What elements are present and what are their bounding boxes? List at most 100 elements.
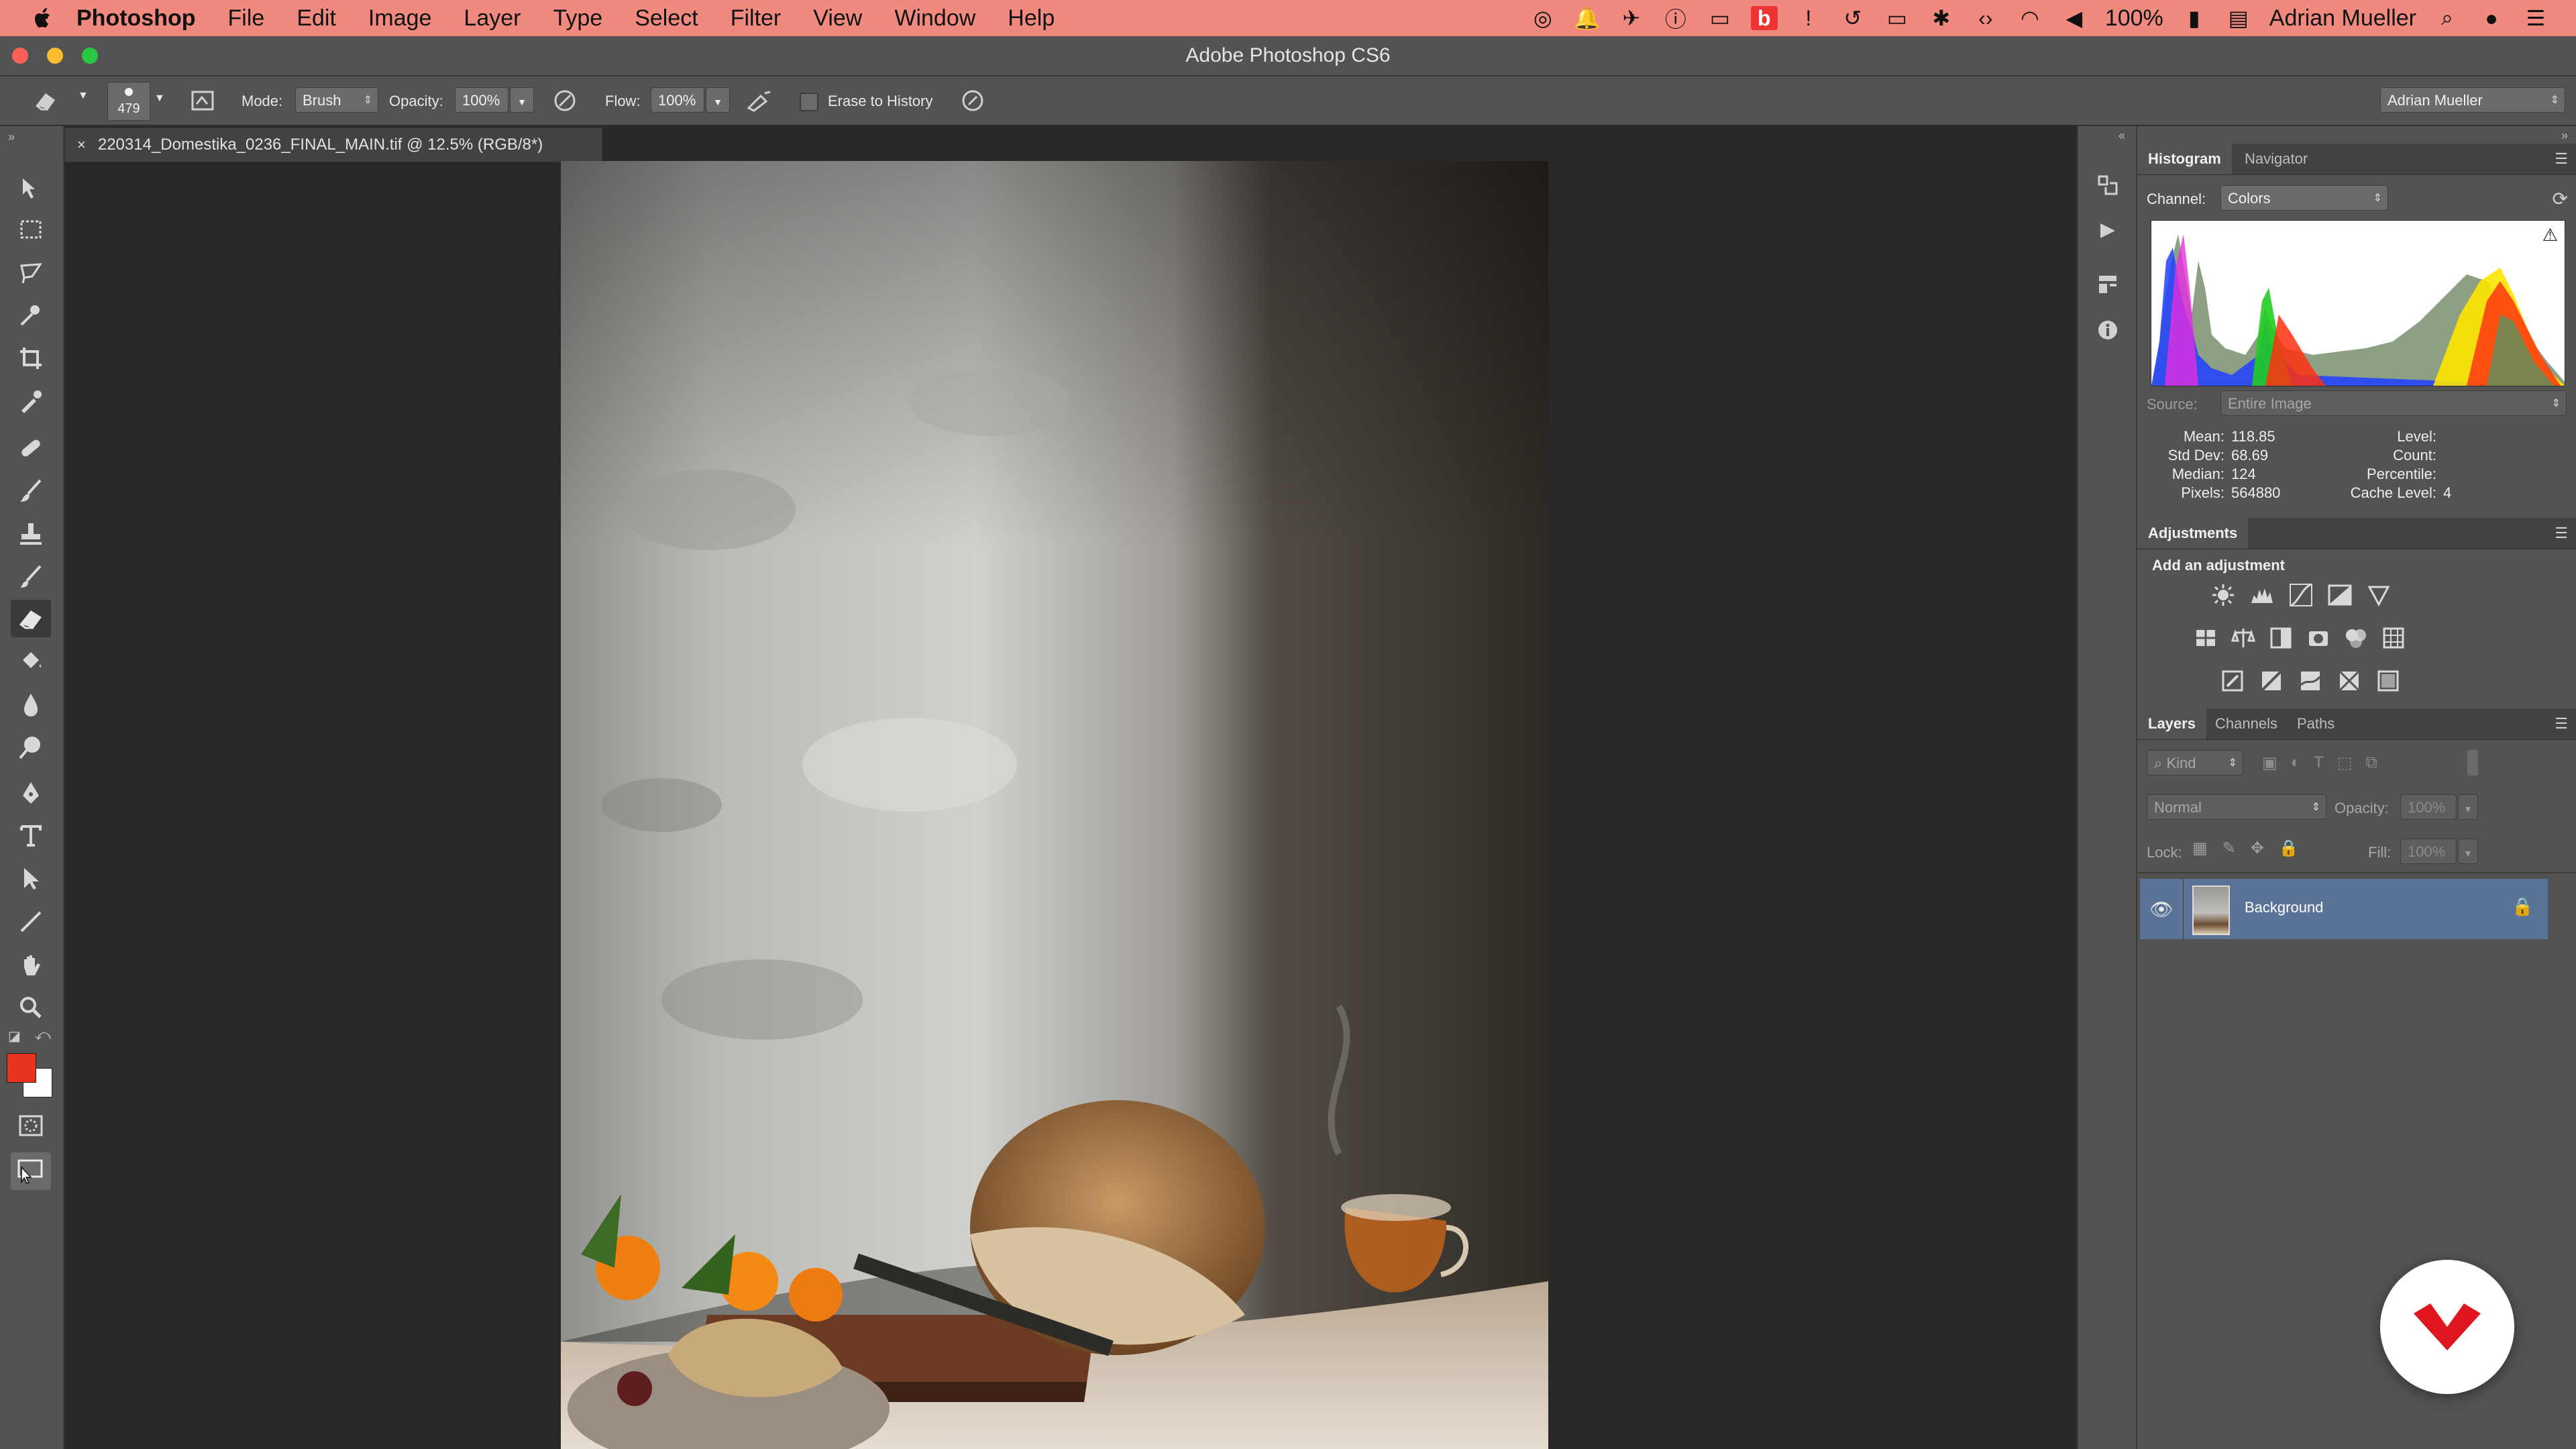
- info-circle-icon[interactable]: ⓘ: [1662, 6, 1689, 32]
- mode-select[interactable]: Brush ⇕: [295, 87, 378, 113]
- refresh-histogram-icon[interactable]: ⟳: [2553, 188, 2568, 210]
- tab-layers[interactable]: Layers: [2137, 708, 2206, 739]
- airbrush-toggle[interactable]: [745, 86, 774, 115]
- zoom-tool[interactable]: [11, 989, 51, 1026]
- layer-lock-icon[interactable]: 🔒: [2512, 896, 2533, 917]
- menu-view[interactable]: View: [813, 5, 862, 32]
- tab-adjustments[interactable]: Adjustments: [2137, 518, 2249, 549]
- brightness-contrast-button[interactable]: [2207, 580, 2239, 610]
- color-balance-button[interactable]: [2227, 623, 2259, 653]
- menu-filter[interactable]: Filter: [731, 5, 782, 32]
- quick-select-tool[interactable]: [11, 297, 51, 334]
- eraser-tool[interactable]: [11, 600, 51, 637]
- flow-input[interactable]: 100%: [651, 87, 704, 113]
- marquee-tool[interactable]: [11, 211, 51, 248]
- invert-button[interactable]: [2216, 665, 2249, 696]
- brush-panel-toggle[interactable]: [188, 86, 217, 115]
- path-select-tool[interactable]: [11, 860, 51, 898]
- pen-tool[interactable]: [11, 774, 51, 812]
- eyedropper-tool[interactable]: [11, 382, 51, 420]
- volume-icon[interactable]: ◀: [2061, 6, 2088, 30]
- menu-select[interactable]: Select: [635, 5, 698, 32]
- lock-transparent-icon[interactable]: ▦: [2192, 839, 2208, 858]
- close-document-icon[interactable]: ×: [77, 136, 86, 153]
- brush-size-picker[interactable]: 479: [107, 82, 150, 121]
- notification-center-icon[interactable]: ☰: [2522, 6, 2549, 30]
- preset-dropdown-icon[interactable]: ▼: [78, 90, 89, 102]
- workspace-switcher[interactable]: Adrian Mueller ⇕: [2380, 87, 2565, 113]
- code-icon[interactable]: ‹›: [1972, 6, 1999, 30]
- line-tool[interactable]: [11, 903, 51, 941]
- airplay-icon[interactable]: ▭: [1884, 6, 1911, 30]
- layer-name[interactable]: Background: [2245, 899, 2323, 916]
- dodge-tool[interactable]: [11, 729, 51, 766]
- menu-edit[interactable]: Edit: [297, 5, 336, 32]
- default-colors-icon[interactable]: ◪: [8, 1028, 21, 1044]
- crop-tool[interactable]: [11, 339, 51, 377]
- color-lookup-button[interactable]: [2377, 623, 2410, 653]
- erase-to-history-checkbox[interactable]: [800, 93, 818, 111]
- lock-all-icon[interactable]: 🔒: [2279, 839, 2299, 858]
- curves-button[interactable]: [2285, 580, 2317, 610]
- wifi-icon[interactable]: ◠: [2017, 6, 2043, 30]
- tab-navigator[interactable]: Navigator: [2234, 144, 2318, 174]
- bird-icon[interactable]: ✈: [1618, 6, 1645, 30]
- lasso-tool[interactable]: [11, 254, 51, 291]
- brush-dropdown-icon[interactable]: ▼: [154, 93, 165, 105]
- collapse-dock-icon[interactable]: «: [2118, 129, 2125, 143]
- vibrance-button[interactable]: [2363, 580, 2395, 610]
- menu-type[interactable]: Type: [553, 5, 602, 32]
- menu-help[interactable]: Help: [1008, 5, 1055, 32]
- layer-row[interactable]: 👁 Background 🔒: [2140, 879, 2548, 939]
- app-menu[interactable]: Photoshop: [76, 5, 196, 32]
- paint-bucket-tool[interactable]: [11, 643, 51, 680]
- spotlight-search-icon[interactable]: ⌕: [2434, 5, 2461, 30]
- b-app-icon[interactable]: b: [1750, 6, 1778, 30]
- panel-menu-icon[interactable]: ☰: [2555, 150, 2568, 168]
- flow-slider-button[interactable]: ▼: [706, 87, 730, 113]
- black-white-button[interactable]: [2265, 623, 2297, 653]
- time-machine-icon[interactable]: ↺: [1839, 6, 1866, 30]
- expand-dock-icon[interactable]: »: [2561, 129, 2568, 143]
- layer-visibility-eye-icon[interactable]: 👁: [2140, 879, 2184, 939]
- menu-file[interactable]: File: [228, 5, 265, 32]
- pressure-size-toggle[interactable]: [958, 86, 987, 115]
- display-icon[interactable]: ▭: [1707, 6, 1733, 30]
- document-tab[interactable]: × 220314_Domestika_0236_FINAL_MAIN.tif @ …: [64, 127, 602, 162]
- notifications-icon[interactable]: 🔔: [1574, 6, 1601, 30]
- menu-image[interactable]: Image: [368, 5, 432, 32]
- actions-panel-button[interactable]: [2092, 215, 2124, 247]
- opacity-input[interactable]: 100%: [455, 87, 508, 113]
- creative-cloud-icon[interactable]: ◎: [1529, 6, 1556, 30]
- lock-pixels-icon[interactable]: ✎: [2222, 839, 2236, 858]
- document-canvas[interactable]: [561, 161, 1548, 1449]
- tab-channels[interactable]: Channels: [2204, 708, 2288, 739]
- photo-filter-button[interactable]: [2302, 623, 2334, 653]
- brush-tool[interactable]: [11, 472, 51, 510]
- screen-mode-button[interactable]: [11, 1152, 51, 1190]
- panel-menu-icon[interactable]: ☰: [2555, 715, 2568, 733]
- history-panel-button[interactable]: [2092, 169, 2124, 201]
- opacity-slider-button[interactable]: ▼: [510, 87, 534, 113]
- panel-menu-icon[interactable]: ☰: [2555, 525, 2568, 542]
- alert-icon[interactable]: !: [1795, 6, 1822, 30]
- move-tool[interactable]: [11, 169, 51, 207]
- apple-menu-icon[interactable]: [30, 5, 56, 32]
- collapse-toolbar-icon[interactable]: »: [8, 130, 15, 144]
- channel-mixer-button[interactable]: [2340, 623, 2372, 653]
- foreground-color-swatch[interactable]: [7, 1053, 36, 1083]
- bluetooth-icon[interactable]: ✱: [1928, 6, 1955, 30]
- tab-paths[interactable]: Paths: [2286, 708, 2345, 739]
- healing-brush-tool[interactable]: [11, 429, 51, 467]
- gradient-map-button[interactable]: [2372, 665, 2404, 696]
- tool-preset-picker[interactable]: [31, 86, 60, 115]
- threshold-button[interactable]: [2294, 665, 2326, 696]
- siri-icon[interactable]: ●: [2478, 6, 2505, 30]
- blur-tool[interactable]: [11, 686, 51, 723]
- menu-window[interactable]: Window: [894, 5, 975, 32]
- properties-panel-button[interactable]: [2092, 268, 2124, 301]
- type-tool[interactable]: [11, 817, 51, 855]
- battery-icon[interactable]: ▮: [2181, 6, 2208, 30]
- flag-icon[interactable]: ▤: [2225, 6, 2252, 30]
- exposure-button[interactable]: [2324, 580, 2356, 610]
